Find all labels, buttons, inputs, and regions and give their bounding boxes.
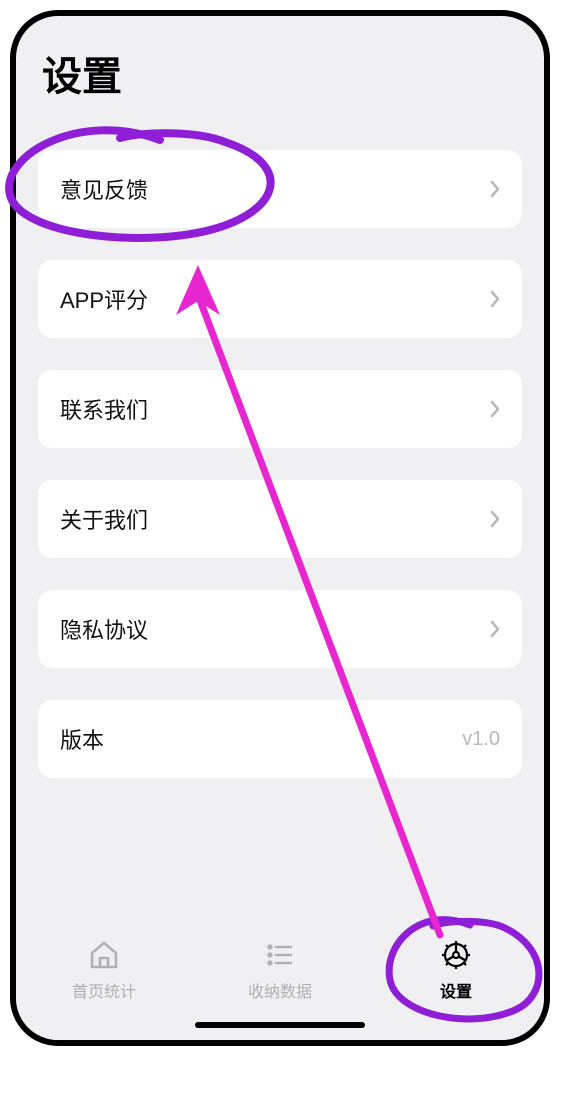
chevron-right-icon bbox=[490, 510, 500, 528]
settings-list: 意见反馈 APP评分 联系我们 关于我们 隐私协议 版本 v1. bbox=[38, 150, 522, 1040]
chevron-right-icon bbox=[490, 620, 500, 638]
chevron-right-icon bbox=[490, 290, 500, 308]
settings-screen: 设置 意见反馈 APP评分 联系我们 关于我们 隐私协议 bbox=[16, 16, 544, 1040]
list-item-label: APP评分 bbox=[60, 283, 148, 315]
list-icon bbox=[263, 938, 297, 972]
list-item-label: 版本 bbox=[60, 723, 104, 755]
page-title: 设置 bbox=[38, 44, 522, 102]
tab-label: 首页统计 bbox=[72, 978, 136, 1002]
tab-label: 设置 bbox=[440, 978, 472, 1002]
phone-frame: 设置 意见反馈 APP评分 联系我们 关于我们 隐私协议 bbox=[10, 10, 550, 1046]
list-item-privacy[interactable]: 隐私协议 bbox=[38, 590, 522, 668]
list-item-label: 隐私协议 bbox=[60, 613, 148, 645]
list-item-rating[interactable]: APP评分 bbox=[38, 260, 522, 338]
list-item-contact[interactable]: 联系我们 bbox=[38, 370, 522, 448]
tab-data[interactable]: 收纳数据 bbox=[220, 938, 340, 1002]
tab-home[interactable]: 首页统计 bbox=[44, 938, 164, 1002]
home-indicator[interactable] bbox=[195, 1022, 365, 1028]
list-item-label: 意见反馈 bbox=[60, 173, 148, 205]
tab-label: 收纳数据 bbox=[248, 978, 312, 1002]
home-icon bbox=[87, 938, 121, 972]
list-item-version[interactable]: 版本 v1.0 bbox=[38, 700, 522, 778]
chevron-right-icon bbox=[490, 180, 500, 198]
gear-icon bbox=[439, 938, 473, 972]
list-item-about[interactable]: 关于我们 bbox=[38, 480, 522, 558]
version-value: v1.0 bbox=[462, 728, 500, 751]
list-item-label: 关于我们 bbox=[60, 503, 148, 535]
tab-settings[interactable]: 设置 bbox=[396, 938, 516, 1002]
list-item-feedback[interactable]: 意见反馈 bbox=[38, 150, 522, 228]
list-item-label: 联系我们 bbox=[60, 393, 148, 425]
chevron-right-icon bbox=[490, 400, 500, 418]
